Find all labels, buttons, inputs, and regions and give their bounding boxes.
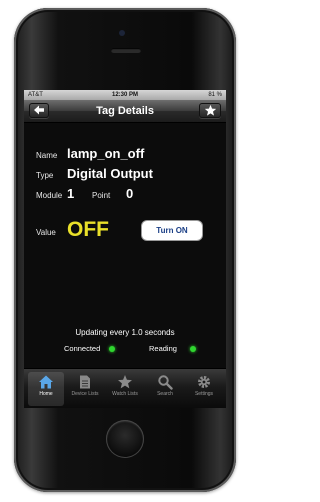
- camera-lens: [119, 30, 125, 36]
- update-interval-text: Updating every 1.0 seconds: [75, 328, 175, 337]
- tab-device-lists[interactable]: Device Lists: [67, 372, 103, 406]
- tag-type-value: Digital Output: [67, 166, 153, 181]
- page-title: Tag Details: [96, 105, 154, 117]
- search-icon: [158, 375, 173, 390]
- reading-indicator: [190, 346, 196, 352]
- point-label: Point: [92, 191, 111, 200]
- type-label: Type: [36, 171, 54, 180]
- turn-on-button[interactable]: Turn ON: [142, 221, 202, 240]
- connected-indicator: [109, 346, 115, 352]
- earpiece-speaker: [111, 48, 141, 53]
- gear-icon: [198, 376, 210, 388]
- tag-name-value: lamp_on_off: [67, 146, 145, 161]
- navigation-bar: Tag Details: [24, 100, 226, 123]
- star-icon: [118, 375, 132, 389]
- value-label: Value: [36, 228, 56, 237]
- tab-watch-lists[interactable]: Watch Lists: [107, 372, 143, 406]
- name-label: Name: [36, 151, 58, 160]
- home-icon: [39, 375, 53, 389]
- tab-watch-lists-label: Watch Lists: [112, 391, 138, 397]
- star-icon: [204, 104, 216, 116]
- phone-frame: AT&T 12:30 PM 81 % Tag Details Name lamp…: [14, 8, 236, 492]
- tab-home[interactable]: Home: [28, 372, 64, 406]
- tab-settings[interactable]: Settings: [186, 372, 222, 406]
- tab-bar: Home Device Lists Watch Lists Search Set…: [24, 368, 226, 408]
- module-value: 1: [67, 186, 75, 201]
- favorite-button[interactable]: [199, 103, 221, 118]
- tab-device-lists-label: Device Lists: [71, 391, 99, 397]
- tab-search-label: Search: [157, 391, 173, 397]
- status-bar: AT&T 12:30 PM 81 %: [24, 90, 226, 100]
- connected-label: Connected: [64, 344, 101, 353]
- module-label: Module: [36, 191, 63, 200]
- point-value: 0: [126, 186, 134, 201]
- reading-label: Reading: [149, 344, 177, 353]
- tag-value-display: OFF: [67, 218, 109, 241]
- app-screen: AT&T 12:30 PM 81 % Tag Details Name lamp…: [24, 90, 226, 408]
- status-time: 12:30 PM: [111, 92, 138, 98]
- tab-search[interactable]: Search: [147, 372, 183, 406]
- device-list-icon: [80, 375, 90, 389]
- tab-home-label: Home: [39, 391, 53, 397]
- battery-level: 81 %: [208, 92, 222, 98]
- home-hardware-button[interactable]: [106, 420, 144, 458]
- tab-settings-label: Settings: [194, 391, 214, 397]
